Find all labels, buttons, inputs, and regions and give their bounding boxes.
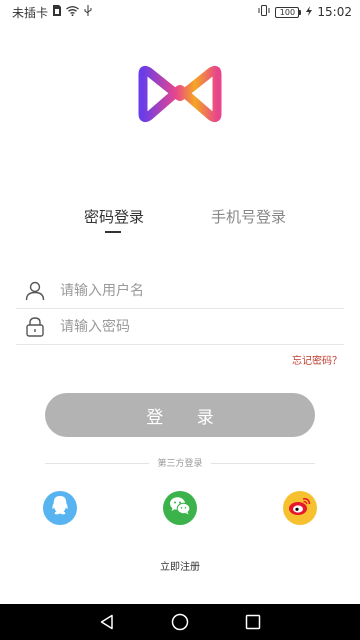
vibrate-icon xyxy=(258,5,270,19)
tab-password-login[interactable]: 密码登录 xyxy=(84,206,144,228)
app-logo xyxy=(133,62,227,124)
password-input[interactable] xyxy=(60,318,320,335)
password-field xyxy=(16,309,344,345)
login-button[interactable]: 登 录 xyxy=(45,393,315,437)
username-field xyxy=(16,273,344,309)
forgot-password-link[interactable]: 忘记密码？ xyxy=(292,352,342,367)
lock-icon xyxy=(24,316,46,338)
third-party-label: 第三方登录 xyxy=(157,459,203,469)
system-nav-bar xyxy=(0,604,360,640)
weibo-icon xyxy=(288,496,312,520)
divider-right xyxy=(211,463,315,464)
charging-icon xyxy=(306,5,313,19)
divider-left xyxy=(45,463,149,464)
wechat-icon xyxy=(169,496,191,520)
sim-icon xyxy=(53,5,62,19)
wechat-login-button[interactable] xyxy=(163,491,197,525)
home-button[interactable] xyxy=(169,611,191,633)
weibo-login-button[interactable] xyxy=(283,491,317,525)
status-right: 100 15:02 xyxy=(258,5,352,19)
clock-text: 15:02 xyxy=(317,5,352,19)
tab-phone-login[interactable]: 手机号登录 xyxy=(211,206,286,228)
recents-square-icon xyxy=(246,614,261,630)
battery-level: 100 xyxy=(275,6,300,18)
wifi-icon xyxy=(66,5,79,19)
battery-icon: 100 xyxy=(275,6,302,18)
home-circle-icon xyxy=(171,613,189,631)
register-link[interactable]: 立即注册 xyxy=(0,558,360,573)
carrier-text: 未插卡 xyxy=(12,5,49,20)
qq-login-button[interactable] xyxy=(43,491,77,525)
recents-button[interactable] xyxy=(242,611,264,633)
back-button[interactable] xyxy=(96,611,118,633)
qq-icon xyxy=(50,495,70,521)
username-input[interactable] xyxy=(60,282,320,299)
tab-active-indicator xyxy=(105,231,121,233)
status-bar: 未插卡 100 15:02 xyxy=(0,0,360,24)
back-triangle-icon xyxy=(100,614,113,630)
usb-icon xyxy=(84,5,92,19)
user-icon xyxy=(24,280,46,302)
status-left: 未插卡 xyxy=(12,4,92,21)
